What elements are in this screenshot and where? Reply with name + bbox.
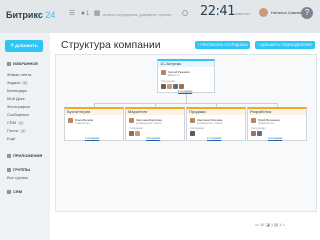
sidebar-item[interactable]: Живая лента (7, 72, 31, 77)
sidebar-item-label: ГРУППЫ (13, 167, 31, 172)
sidebar-item-label: Сообщения (7, 112, 29, 117)
staff-label: Сотрудники (190, 127, 205, 130)
sidebar-item-label: CRM (7, 120, 17, 125)
staff-avatar (190, 131, 195, 136)
sidebar-item[interactable]: ГРУППЫ (7, 167, 30, 172)
org-card-title: Разработка (248, 109, 306, 115)
sidebar-item[interactable]: ИЗБРАННОЕ (7, 61, 38, 66)
head-avatar (190, 118, 195, 123)
section-icon (7, 153, 11, 158)
sidebar-item[interactable]: CRM (7, 189, 22, 194)
head-role: руководитель отдела (197, 122, 223, 125)
user-avatar[interactable] (259, 8, 268, 17)
sidebar-item[interactable]: Все группы (7, 175, 28, 180)
head-role: Директор (168, 74, 180, 77)
logo-number: 24 (45, 10, 56, 20)
sidebar-item[interactable]: CRM 1 (7, 120, 24, 125)
staff-link[interactable]: 1 сотрудник (85, 137, 99, 140)
sidebar-item[interactable]: ПРИЛОЖЕНИЯ (7, 153, 42, 158)
section-icon (7, 189, 11, 194)
org-card-root[interactable]: 1С-Битрикс Сергей Рыжиков Директор Сотру… (157, 59, 215, 93)
sidebar-item-label: Фотографии (7, 104, 30, 109)
org-card-title: Продажи (187, 109, 245, 115)
staff-avatar (173, 84, 178, 89)
left-sidebar: + ДОБАВИТЬ ИЗБРАННОЕ Живая лента Задачи 6 Ка… (0, 33, 50, 240)
staff-link[interactable]: 2 сотрудник (207, 137, 221, 140)
search-icon[interactable] (182, 10, 188, 16)
head-role: руководитель отдела (136, 122, 162, 125)
sidebar-item-label: Мой Диск (7, 96, 25, 101)
staff-label: Сотрудники (129, 127, 144, 130)
staff-avatar (179, 84, 184, 89)
help-icon[interactable]: ? (301, 7, 313, 19)
sidebar-item-label: Календарь (7, 88, 28, 93)
user-name[interactable]: Наталья Савкина (271, 10, 303, 15)
invite-employee-button[interactable]: + ПРИГЛАСИТЬ СОТРУДНИКА (195, 41, 250, 49)
org-card-title: 1С-Битрикс (158, 61, 214, 67)
sidebar-item[interactable]: Сообщения (7, 112, 29, 117)
staff-label: Сотрудники (161, 80, 176, 83)
worktime-status: РАБОТАЮ (235, 12, 250, 16)
add-button-label: ДОБАВИТЬ (14, 43, 38, 48)
sidebar-item-label: ИЗБРАННОЕ (13, 61, 39, 66)
sidebar-item[interactable]: Календарь (7, 88, 27, 93)
sidebar-badge: 1 (18, 121, 24, 125)
staff-avatar (135, 131, 140, 136)
staff-link[interactable]: 3 сотрудник (146, 137, 160, 140)
chat-icon[interactable]: ▦ (92, 9, 102, 19)
sidebar-badge: 3 (20, 129, 26, 133)
plus-icon: + (10, 43, 14, 49)
sidebar-item-label: ПРИЛОЖЕНИЯ (13, 153, 43, 158)
top-header: Битрикс 24 ☰ ● 1 ▦ искать сотрудника, до… (0, 0, 320, 33)
staff-avatar (251, 131, 256, 136)
sidebar-item[interactable]: Почта 3 (7, 128, 26, 133)
head-avatar (251, 118, 256, 123)
org-card-title: Бухгалтерия (65, 109, 123, 115)
sidebar-item-label: Все группы (7, 175, 28, 180)
org-structure-canvas: 1С-Битрикс Сергей Рыжиков Директор Сотру… (55, 54, 317, 212)
menu-icon[interactable]: ☰ (67, 9, 77, 19)
worktime-clock[interactable]: 22:41 (200, 4, 235, 19)
section-icon (7, 61, 11, 66)
notify-count: 1 (86, 11, 90, 17)
staff-label: Сотрудники (251, 127, 266, 130)
staff-link[interactable]: 4 сотрудник (268, 137, 282, 140)
search-input[interactable]: искать сотрудника, документ, прочее (103, 9, 183, 20)
sidebar-item-label: CRM (13, 189, 23, 194)
sidebar-item[interactable]: Фотографии (7, 104, 30, 109)
sidebar-item[interactable]: Ещё (7, 136, 15, 141)
sidebar-item-label: Ещё (7, 136, 16, 141)
sidebar-badge: 6 (22, 81, 29, 85)
head-avatar (161, 70, 166, 75)
connector-line (186, 93, 187, 103)
sidebar-item[interactable]: Задачи 6 (7, 80, 29, 85)
add-button[interactable]: + ДОБАВИТЬ (5, 40, 43, 52)
staff-avatar (257, 131, 262, 136)
add-department-button[interactable]: + ДОБАВИТЬ ПОДРАЗДЕЛЕНИЕ (255, 41, 315, 49)
page-title: Структура компании (61, 39, 161, 51)
sidebar-item-label: Живая лента (7, 72, 32, 77)
org-card-title: Маркетинг (126, 109, 184, 115)
org-card-development[interactable]: Разработка Юрий Фоломеев руководитель Со… (247, 107, 307, 141)
logo-text: Битрикс (6, 10, 43, 20)
bottom-toolbar[interactable]: ▭ ☏ ◪ 1 ▤ 1 ⌂ (255, 222, 317, 230)
head-role: главный бух. (75, 122, 91, 125)
connector-line (94, 103, 278, 104)
sidebar-item-label: Почта (7, 128, 19, 133)
org-card-marketing[interactable]: Маркетинг Светлана Борисова руководитель… (125, 107, 185, 141)
app-logo[interactable]: Битрикс 24 (6, 10, 55, 20)
staff-avatar (129, 131, 134, 136)
head-avatar (68, 118, 73, 123)
section-icon (7, 167, 11, 172)
head-avatar (129, 118, 134, 123)
org-card-accounting[interactable]: Бухгалтерия Ольга Белова главный бух. 1 … (64, 107, 124, 141)
staff-link[interactable]: 5 сотрудник (178, 90, 192, 93)
sidebar-item[interactable]: Мой Диск (7, 96, 25, 101)
org-card-sales[interactable]: Продажи Светлана Логинова руководитель о… (186, 107, 246, 141)
staff-avatar (167, 84, 172, 89)
sidebar-item-label: Задачи (7, 80, 21, 85)
head-role: руководитель (258, 122, 275, 125)
staff-avatar (161, 84, 166, 89)
